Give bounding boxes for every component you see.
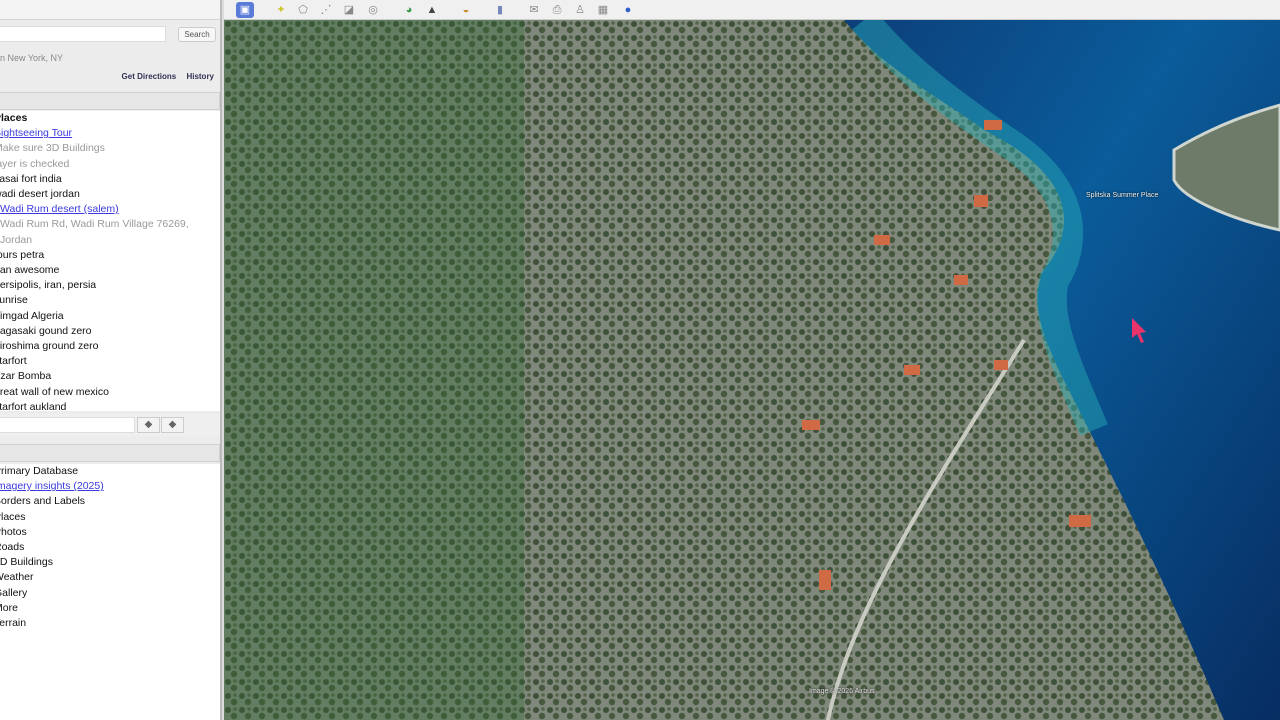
- historical-imagery-icon[interactable]: ◕: [400, 2, 418, 18]
- layers-list-item[interactable]: More: [0, 601, 220, 616]
- ruler-icon[interactable]: ▮: [491, 2, 509, 18]
- places-search-field[interactable]: [0, 417, 135, 433]
- places-list-item[interactable]: starfort aukland: [0, 400, 220, 415]
- save-image-icon[interactable]: ♙: [571, 2, 589, 18]
- layers-list-item[interactable]: Roads: [0, 540, 220, 555]
- places-list-item[interactable]: Tzar Bomba: [0, 369, 220, 384]
- layers-list-item[interactable]: Photos: [0, 525, 220, 540]
- places-list-item[interactable]: Wadi Rum Rd, Wadi Rum Village 76269,: [0, 217, 220, 232]
- places-list-item[interactable]: Jordan: [0, 233, 220, 248]
- search-input[interactable]: [0, 26, 166, 42]
- places-list-item[interactable]: hiroshima ground zero: [0, 339, 220, 354]
- places-list-item[interactable]: vasai fort india: [0, 172, 220, 187]
- places-list-item[interactable]: Sightseeing Tour: [0, 126, 220, 141]
- layers-list-item[interactable]: Primary Database: [0, 464, 220, 479]
- layers-list-item[interactable]: 3D Buildings: [0, 555, 220, 570]
- get-directions-link[interactable]: Get Directions: [122, 72, 177, 81]
- places-list-item[interactable]: great wall of new mexico: [0, 385, 220, 400]
- search-links: Get Directions History: [114, 72, 214, 81]
- search-row: Search: [0, 26, 222, 44]
- places-up-button[interactable]: ◆: [137, 417, 160, 433]
- sidebar-top: [0, 0, 220, 20]
- search-button[interactable]: Search: [178, 27, 216, 42]
- places-list: PlacesSightseeing TourMake sure 3D Build…: [0, 111, 220, 413]
- layers-list-item[interactable]: Gallery: [0, 586, 220, 601]
- email-icon[interactable]: ✉: [525, 2, 543, 18]
- layers-list-item[interactable]: Weather: [0, 570, 220, 585]
- sidebar: Search e.g., in New York, NY Get Directi…: [0, 0, 222, 720]
- placemark-icon[interactable]: ✦: [272, 2, 290, 18]
- earth-icon[interactable]: ●: [619, 2, 637, 18]
- places-list-item[interactable]: Places: [0, 111, 220, 126]
- places-list-item[interactable]: wadi desert jordan: [0, 187, 220, 202]
- layers-list: Primary Database Imagery insights (2025) B…: [0, 464, 220, 720]
- places-list-item[interactable]: nagasaki gound zero: [0, 324, 220, 339]
- maps-icon[interactable]: ▦: [594, 2, 612, 18]
- places-list-item[interactable]: Timgad Algeria: [0, 309, 220, 324]
- places-list-item[interactable]: starfort: [0, 354, 220, 369]
- planets-icon[interactable]: ◒: [457, 2, 475, 18]
- places-footer: ◆ ◆: [0, 414, 220, 436]
- sunlight-icon[interactable]: ▲: [423, 2, 441, 18]
- map-view[interactable]: Splitska Summer Place Image © 2026 Airbu…: [224, 20, 1280, 720]
- places-list-item[interactable]: Wadi Rum desert (salem): [0, 202, 220, 217]
- place-label[interactable]: Splitska Summer Place: [1086, 192, 1158, 199]
- layers-list-item[interactable]: Imagery insights (2025): [0, 479, 220, 494]
- layers-list-item[interactable]: Borders and Labels: [0, 494, 220, 509]
- places-list-item[interactable]: persipolis, iran, persia: [0, 278, 220, 293]
- places-list-item[interactable]: layer is checked: [0, 157, 220, 172]
- print-icon[interactable]: ⎙: [548, 2, 566, 18]
- sidebar-toggle-icon[interactable]: ▣: [236, 2, 254, 18]
- places-list-item[interactable]: iran awesome: [0, 263, 220, 278]
- places-down-button[interactable]: ◆: [161, 417, 184, 433]
- path-icon[interactable]: ⋰: [317, 2, 335, 18]
- layers-list-item[interactable]: Places: [0, 510, 220, 525]
- satellite-imagery: [224, 20, 1280, 720]
- layers-list-item[interactable]: Terrain: [0, 616, 220, 631]
- places-header[interactable]: [0, 92, 220, 110]
- overlay-icon[interactable]: ◪: [340, 2, 358, 18]
- polygon-icon[interactable]: ⬠: [294, 2, 312, 18]
- places-list-item[interactable]: tours petra: [0, 248, 220, 263]
- attribution: Image © 2026 Airbus: [809, 688, 875, 695]
- layers-header[interactable]: [0, 444, 220, 462]
- history-link[interactable]: History: [186, 72, 214, 81]
- toolbar: ▣ ✦ ⬠ ⋰ ◪ ◎ ◕ ▲ ◒ ▮ ✉ ⎙ ♙ ▦ ●: [224, 0, 1280, 20]
- places-list-item[interactable]: sunrise: [0, 293, 220, 308]
- tour-icon[interactable]: ◎: [364, 2, 382, 18]
- places-list-item[interactable]: Make sure 3D Buildings: [0, 141, 220, 156]
- search-hint: e.g., in New York, NY: [0, 53, 64, 63]
